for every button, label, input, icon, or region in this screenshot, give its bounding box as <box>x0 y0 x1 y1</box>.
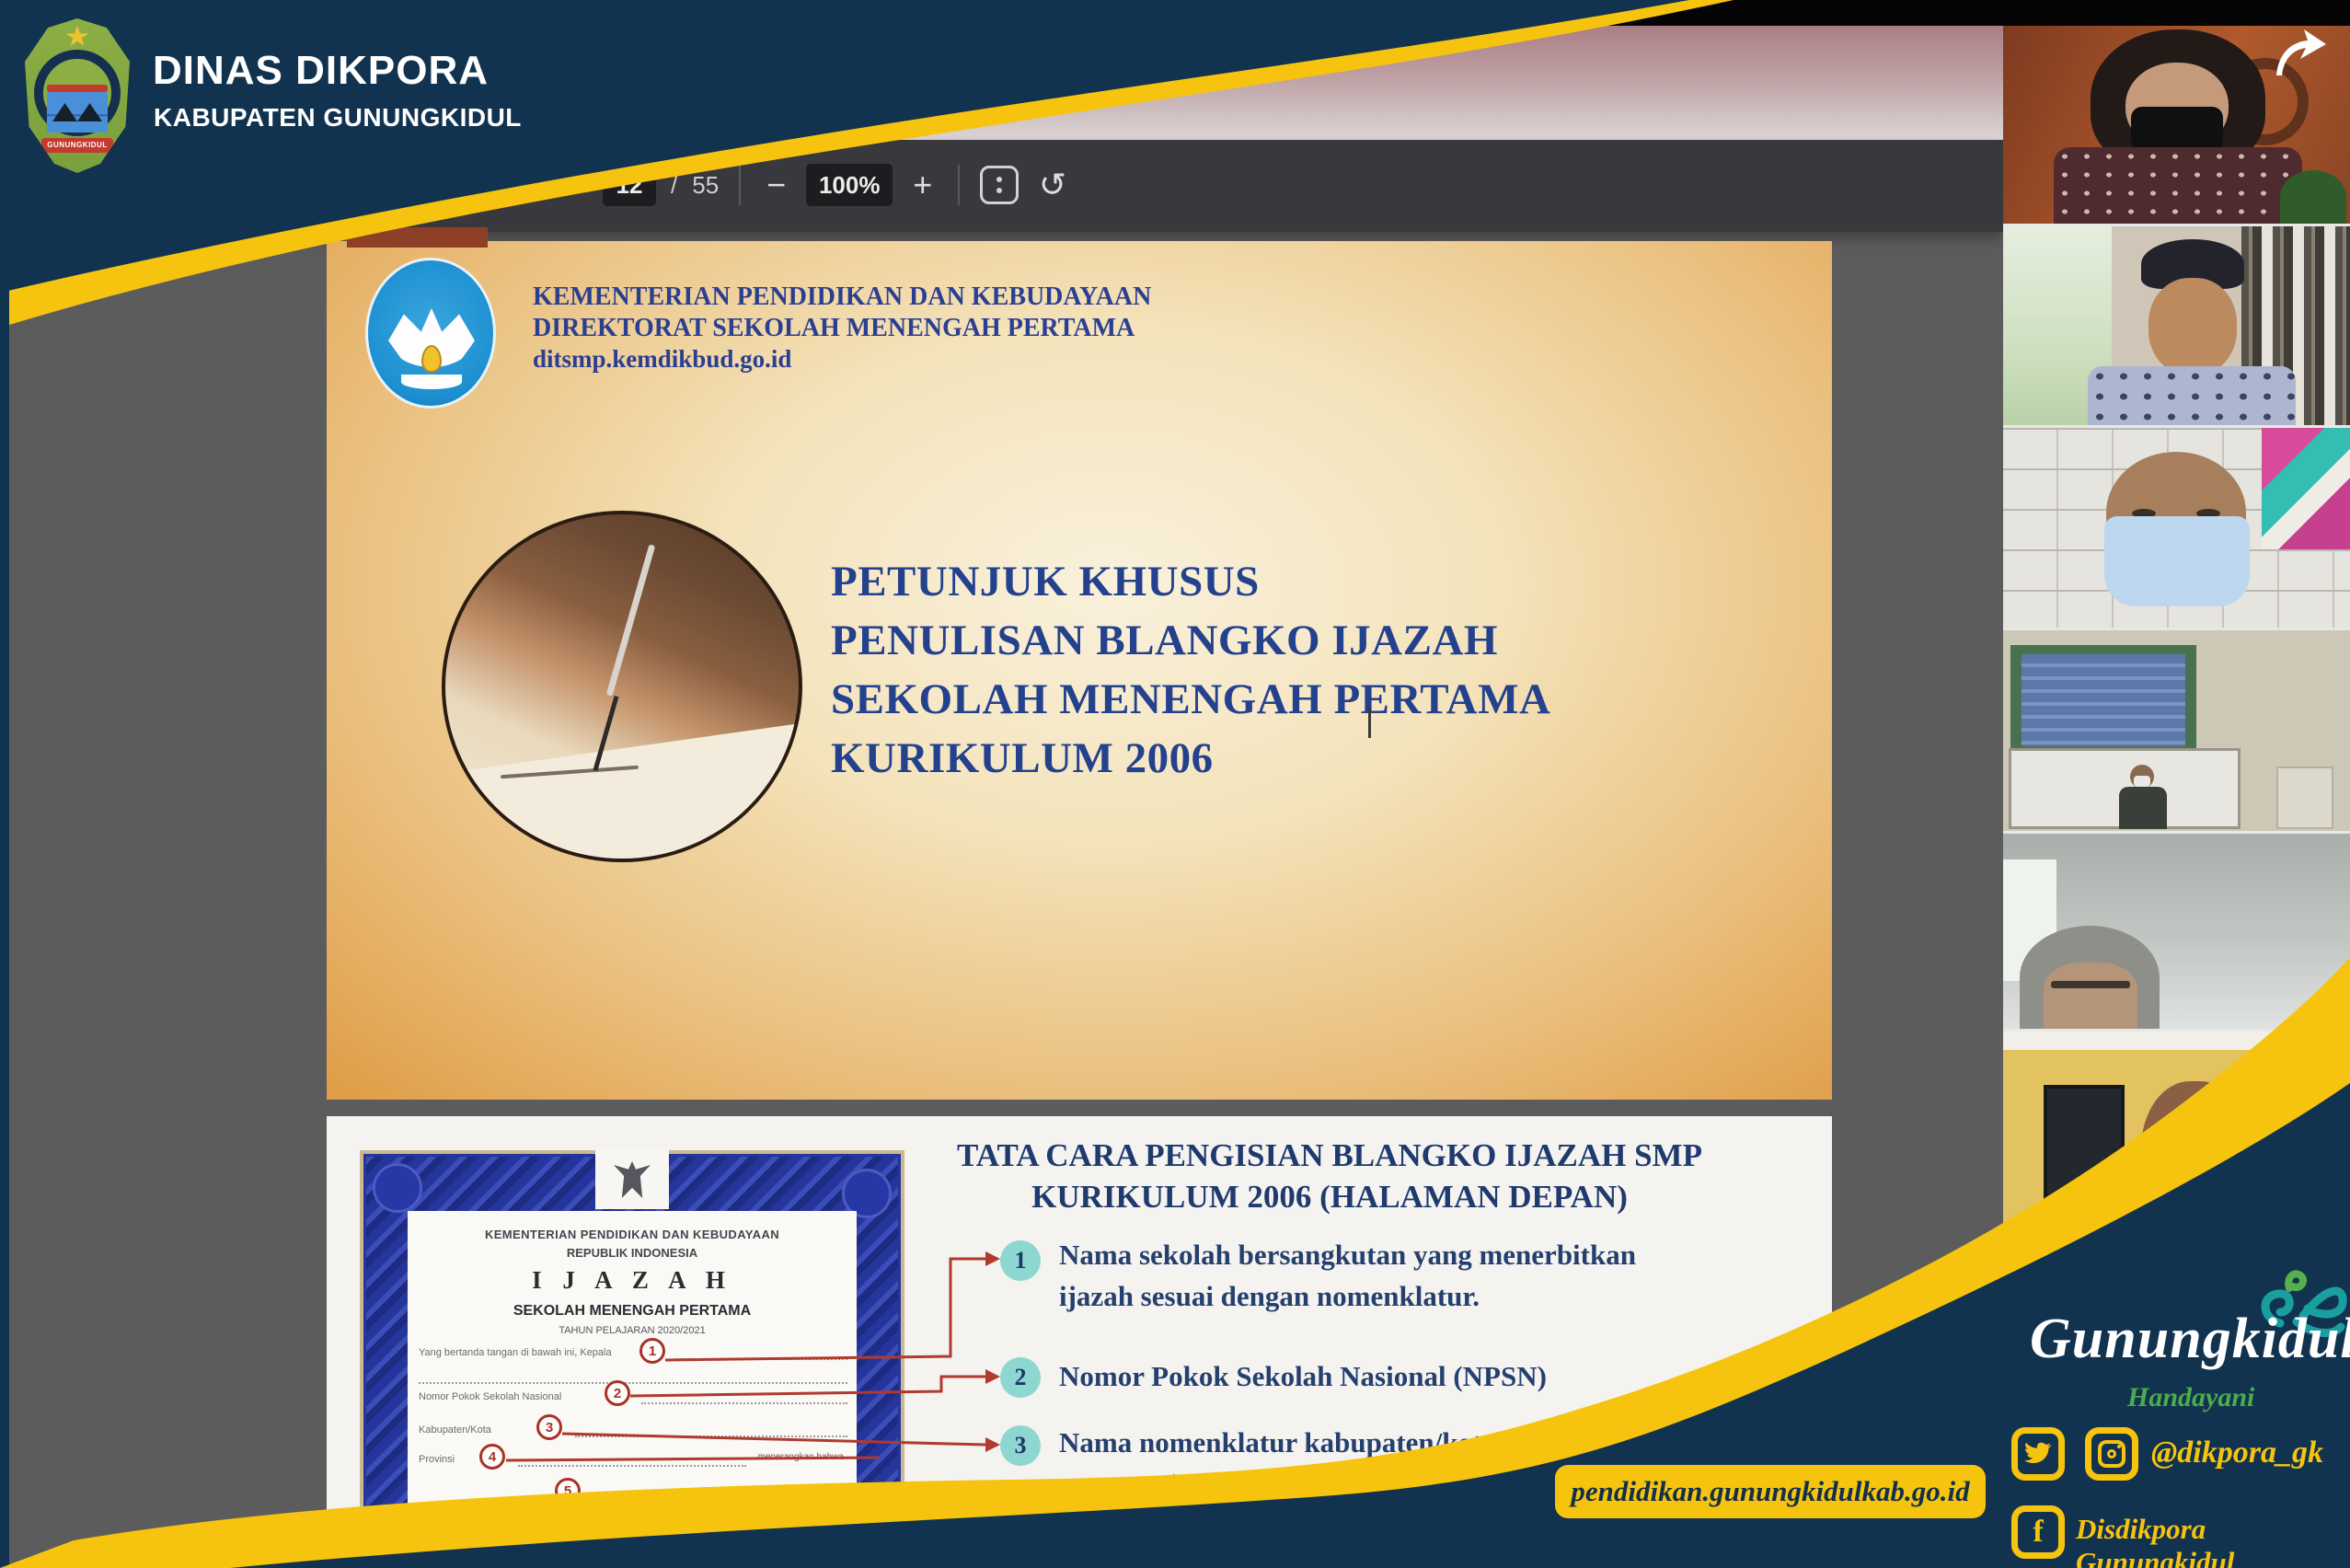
website-url: pendidikan.gunungkidulkab.go.id <box>1571 1475 1969 1508</box>
shield-stripe <box>47 85 108 92</box>
participant-face <box>2044 963 2137 1029</box>
logo-flame <box>421 345 442 373</box>
slide-title-line-2: PENULISAN BLANGKO IJAZAH <box>831 611 1825 670</box>
instagram-lens <box>2107 1449 2116 1458</box>
item-text-line: Nama nomenklatur kabupaten/kota*) ( <box>1059 1422 1537 1463</box>
thumbnail-divider <box>2003 425 2350 428</box>
pdf-toolbar-controls: 12 / 55 − 100% + ↻ <box>603 164 1072 206</box>
participant-video-3[interactable] <box>2003 428 2350 628</box>
background-monitor <box>2044 1085 2125 1216</box>
fit-page-button[interactable] <box>980 166 1019 204</box>
slide-title: PETUNJUK KHUSUS PENULISAN BLANGKO IJAZAH… <box>831 552 1825 788</box>
zoom-in-button[interactable]: + <box>907 167 938 202</box>
instruction-item-number: 2 <box>1000 1357 1041 1398</box>
participant-clothing <box>2054 147 2302 224</box>
background-cabinet <box>2276 767 2333 829</box>
item-text-line: mencoret) me <box>1059 1463 1537 1505</box>
logo-book <box>401 375 462 389</box>
item-text-line: ijazah sesuai dengan nomenklatur. <box>1059 1275 1636 1317</box>
rotate-button[interactable]: ↻ <box>1033 167 1072 202</box>
instruction-item-text: Nama sekolah bersangkutan yang menerbitk… <box>1059 1234 1636 1317</box>
face-mask <box>2134 776 2150 787</box>
zoom-out-button[interactable]: − <box>761 167 791 202</box>
shield-banner: GUNUNGKIDUL <box>41 138 113 153</box>
ministry-header: KEMENTERIAN PENDIDIKAN DAN KEBUDAYAAN DI… <box>533 282 1151 375</box>
slide-title-line-3: SEKOLAH MENENGAH PERTAMA <box>831 670 1825 729</box>
participant-video-4[interactable] <box>2003 630 2350 831</box>
twitter-button[interactable] <box>2011 1427 2065 1481</box>
share-arrow-icon <box>2273 28 2328 79</box>
page-number-input[interactable]: 12 <box>603 164 656 206</box>
facebook-icon: f <box>2033 1515 2043 1550</box>
shield-sea <box>47 92 108 133</box>
twitter-icon <box>2023 1442 2053 1466</box>
zoom-level-input[interactable]: 100% <box>806 164 893 206</box>
instagram-dot <box>2117 1445 2121 1448</box>
instruction-heading-line-1: TATA CARA PENGISIAN BLANGKO IJAZAH SMP <box>842 1135 1817 1176</box>
instruction-item-text: Nomor Pokok Sekolah Nasional (NPSN) <box>1059 1355 1547 1397</box>
hand-writing-photo <box>442 511 802 862</box>
brand-name: Gunungkidul <box>2030 1307 2350 1372</box>
ministry-line-2: DIREKTORAT SEKOLAH MENENGAH PERTAMA <box>533 313 1151 344</box>
instruction-item-number: 1 <box>1000 1240 1041 1281</box>
agency-name: DINAS DIKPORA <box>153 48 489 94</box>
participant-video-2[interactable] <box>2003 226 2350 425</box>
participant-body <box>2119 787 2167 829</box>
participant-face <box>2141 1081 2250 1231</box>
tut-wuri-handayani-logo-icon <box>365 258 496 409</box>
toolbar-divider <box>739 165 741 205</box>
background-plant <box>2280 170 2346 224</box>
participant-batik-shirt <box>2088 366 2296 425</box>
thumbnail-divider <box>2003 224 2350 226</box>
shield-star <box>65 26 89 48</box>
facebook-page-name: Disdikpora Gunungkidul <box>2076 1513 2350 1568</box>
fit-page-icon <box>996 188 1002 193</box>
instruction-item-text: Nama nomenklatur kabupaten/kota*) ( menc… <box>1059 1422 1537 1505</box>
background-wall-strip <box>2003 1032 2350 1050</box>
fit-page-icon <box>996 177 1002 182</box>
board-chart <box>2022 654 2185 746</box>
slide-top-accent <box>347 227 488 248</box>
instagram-icon <box>2098 1440 2125 1468</box>
thumbnail-divider <box>2003 628 2350 630</box>
face-mask <box>2104 516 2250 606</box>
page-separator: / <box>671 171 677 200</box>
participant-face <box>2148 278 2237 375</box>
text-cursor-artifact <box>1368 709 1371 738</box>
instagram-button[interactable] <box>2085 1427 2138 1481</box>
photo-paper <box>442 720 802 862</box>
toolbar-divider <box>958 165 960 205</box>
thumbnail-divider <box>2003 1029 2350 1032</box>
slide-title-line-1: PETUNJUK KHUSUS <box>831 552 1825 611</box>
item-text-line: Nomor Pokok Sekolah Nasional (NPSN) <box>1059 1355 1547 1397</box>
photo-pen <box>606 544 656 696</box>
page-total: 55 <box>692 171 719 200</box>
background-green-board <box>2010 645 2196 757</box>
brand-tagline: Handayani <box>2127 1382 2254 1413</box>
ministry-url: ditsmp.kemdikbud.go.id <box>533 344 1151 375</box>
slide-title-line-4: KURIKULUM 2006 <box>831 729 1825 788</box>
ministry-line-1: KEMENTERIAN PENDIDIKAN DAN KEBUDAYAAN <box>533 282 1151 313</box>
item-text-line: Nama sekolah bersangkutan yang menerbitk… <box>1059 1234 1636 1275</box>
participant-glasses <box>2051 981 2130 988</box>
pdf-toolbar: 12 / 55 − 100% + ↻ <box>9 140 2003 232</box>
facebook-button[interactable]: f <box>2011 1505 2065 1559</box>
instruction-item-number: 3 <box>1000 1425 1041 1466</box>
screen-share-region: 12 / 55 − 100% + ↻ <box>9 26 2003 1568</box>
share-arrow-button[interactable] <box>2273 28 2328 79</box>
instruction-heading: TATA CARA PENGISIAN BLANGKO IJAZAH SMP K… <box>842 1135 1817 1217</box>
video-conference-screen: 12 / 55 − 100% + ↻ <box>0 0 2350 1568</box>
social-handle: @dikpora_gk <box>2151 1435 2323 1470</box>
agency-region: KABUPATEN GUNUNGKIDUL <box>154 103 522 133</box>
background-fabric <box>2262 428 2350 549</box>
participant-video-6[interactable] <box>2003 1032 2350 1231</box>
instruction-heading-line-2: KURIKULUM 2006 (HALAMAN DEPAN) <box>842 1176 1817 1217</box>
thumbnail-divider <box>2003 831 2350 834</box>
participant-video-5[interactable] <box>2003 834 2350 1029</box>
shared-window-top-strip <box>1380 0 2350 28</box>
pdf-page-title-slide: KEMENTERIAN PENDIDIKAN DAN KEBUDAYAAN DI… <box>327 241 1832 1100</box>
website-banner: pendidikan.gunungkidulkab.go.id <box>1555 1465 1986 1518</box>
